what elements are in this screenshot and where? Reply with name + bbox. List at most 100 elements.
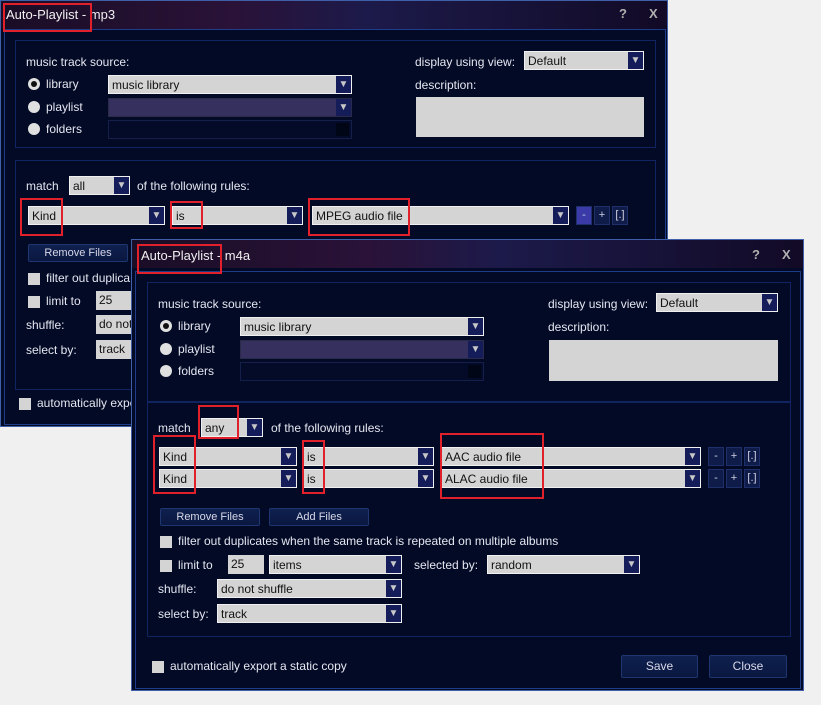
- nest-rule-button[interactable]: [.]: [612, 206, 628, 225]
- view-select[interactable]: Default ▼: [524, 51, 644, 70]
- dropdown-arrow-icon: ▼: [336, 76, 351, 93]
- limit-value-input[interactable]: 25: [228, 555, 264, 574]
- shuffle-label: shuffle:: [158, 582, 197, 596]
- source-panel: music track source: library playlist fol…: [15, 40, 656, 148]
- dropdown-arrow-icon: ▼: [468, 318, 483, 335]
- add-rule-button[interactable]: +: [594, 206, 610, 225]
- dropdown-arrow-icon: ▼: [287, 207, 302, 224]
- library-radio-label: library: [178, 319, 211, 333]
- auto-export-label: automatically expo: [37, 396, 137, 410]
- playlist-radio-label: playlist: [178, 342, 215, 356]
- nest-rule-button[interactable]: [.]: [744, 447, 760, 466]
- rule-value-select[interactable]: MPEG audio file ▼: [312, 206, 569, 225]
- select-by-value: track: [99, 342, 126, 356]
- limit-unit-select[interactable]: items ▼: [269, 555, 402, 574]
- shuffle-select[interactable]: do not shuffle ▼: [217, 579, 402, 598]
- dropdown-arrow-icon: ▼: [386, 556, 401, 573]
- dropdown-arrow-icon: ▼: [418, 448, 433, 465]
- close-icon[interactable]: X: [782, 247, 791, 262]
- folders-radio[interactable]: [28, 123, 40, 135]
- rule-operator-select[interactable]: is ▼: [303, 447, 434, 466]
- remove-rule-button[interactable]: -: [708, 469, 724, 488]
- view-select[interactable]: Default ▼: [656, 293, 778, 312]
- display-view-label: display using view:: [548, 297, 649, 311]
- select-by-label: select by:: [158, 607, 209, 621]
- library-radio[interactable]: [160, 320, 172, 332]
- limit-to-checkbox[interactable]: [28, 296, 40, 308]
- filter-duplicates-checkbox[interactable]: [160, 536, 172, 548]
- match-select[interactable]: any ▼: [201, 418, 263, 437]
- add-rule-button[interactable]: +: [726, 447, 742, 466]
- limit-to-checkbox[interactable]: [160, 560, 172, 572]
- limit-value: 25: [99, 293, 113, 307]
- title-bar[interactable]: Auto-Playlist - mp3 ? X: [1, 1, 667, 29]
- rule-field-select[interactable]: Kind ▼: [159, 447, 297, 466]
- rule-operator-select[interactable]: is ▼: [172, 206, 303, 225]
- remove-files-button[interactable]: Remove Files: [28, 244, 128, 262]
- rule-operator-select[interactable]: is ▼: [303, 469, 434, 488]
- window-title: Auto-Playlist - m4a: [141, 248, 251, 263]
- rule-value-select[interactable]: AAC audio file ▼: [441, 447, 701, 466]
- close-icon[interactable]: X: [649, 6, 658, 21]
- remove-rule-button[interactable]: -: [576, 206, 592, 225]
- add-rule-button[interactable]: +: [726, 469, 742, 488]
- library-radio-label: library: [46, 77, 79, 91]
- remove-files-button[interactable]: Remove Files: [160, 508, 260, 526]
- title-bar[interactable]: Auto-Playlist - m4a ? X: [132, 240, 803, 268]
- help-icon[interactable]: ?: [752, 247, 760, 262]
- description-field[interactable]: [416, 97, 644, 137]
- match-select[interactable]: all ▼: [69, 176, 130, 195]
- shuffle-select[interactable]: do not: [96, 315, 136, 334]
- rule-field-select[interactable]: Kind ▼: [159, 469, 297, 488]
- match-select-value: any: [205, 421, 225, 435]
- folders-select[interactable]: [108, 120, 352, 139]
- dropdown-arrow-icon: ▼: [468, 341, 483, 358]
- selected-by-select[interactable]: random ▼: [487, 555, 640, 574]
- description-label: description:: [548, 320, 610, 334]
- display-view-label: display using view:: [415, 55, 516, 69]
- following-rules-label: of the following rules:: [137, 179, 250, 193]
- dropdown-arrow-icon: ▼: [628, 52, 643, 69]
- playlist-select[interactable]: ▼: [108, 98, 352, 117]
- select-by-value: track: [221, 607, 248, 621]
- library-radio[interactable]: [28, 78, 40, 90]
- description-label: description:: [415, 78, 477, 92]
- playlist-select[interactable]: ▼: [240, 340, 484, 359]
- close-button[interactable]: Close: [709, 655, 787, 678]
- music-track-source-label: music track source:: [26, 55, 130, 69]
- rule-value-value: ALAC audio file: [445, 472, 528, 486]
- help-icon[interactable]: ?: [619, 6, 627, 21]
- playlist-radio-label: playlist: [46, 100, 83, 114]
- selected-by-value: random: [491, 558, 532, 572]
- rule-operator-value: is: [176, 209, 185, 223]
- remove-rule-button[interactable]: -: [708, 447, 724, 466]
- rule-value-select[interactable]: ALAC audio file ▼: [441, 469, 701, 488]
- limit-value-input[interactable]: 25: [96, 291, 136, 310]
- select-by-select[interactable]: track: [96, 340, 136, 359]
- library-select[interactable]: music library ▼: [108, 75, 352, 94]
- description-field[interactable]: [549, 340, 778, 381]
- playlist-radio[interactable]: [160, 343, 172, 355]
- folders-radio[interactable]: [160, 365, 172, 377]
- auto-export-checkbox[interactable]: [152, 661, 164, 673]
- select-by-select[interactable]: track ▼: [217, 604, 402, 623]
- rule-field-value: Kind: [32, 209, 57, 223]
- match-label: match: [158, 421, 191, 435]
- limit-to-label: limit to: [178, 558, 213, 572]
- nest-rule-button[interactable]: [.]: [744, 469, 760, 488]
- rule-field-select[interactable]: Kind ▼: [28, 206, 165, 225]
- playlist-radio[interactable]: [28, 101, 40, 113]
- dropdown-arrow-icon: ▼: [553, 207, 568, 224]
- folders-select[interactable]: [240, 362, 484, 381]
- match-select-value: all: [73, 179, 86, 193]
- filter-duplicates-checkbox[interactable]: [28, 273, 40, 285]
- rule-field-value: Kind: [163, 450, 188, 464]
- filter-duplicates-label: filter out duplica: [46, 271, 131, 285]
- folders-radio-label: folders: [178, 364, 215, 378]
- limit-value: 25: [231, 557, 245, 571]
- window-title: Auto-Playlist - mp3: [6, 7, 116, 22]
- library-select[interactable]: music library ▼: [240, 317, 484, 336]
- auto-export-checkbox[interactable]: [19, 398, 31, 410]
- save-button[interactable]: Save: [621, 655, 698, 678]
- add-files-button[interactable]: Add Files: [269, 508, 369, 526]
